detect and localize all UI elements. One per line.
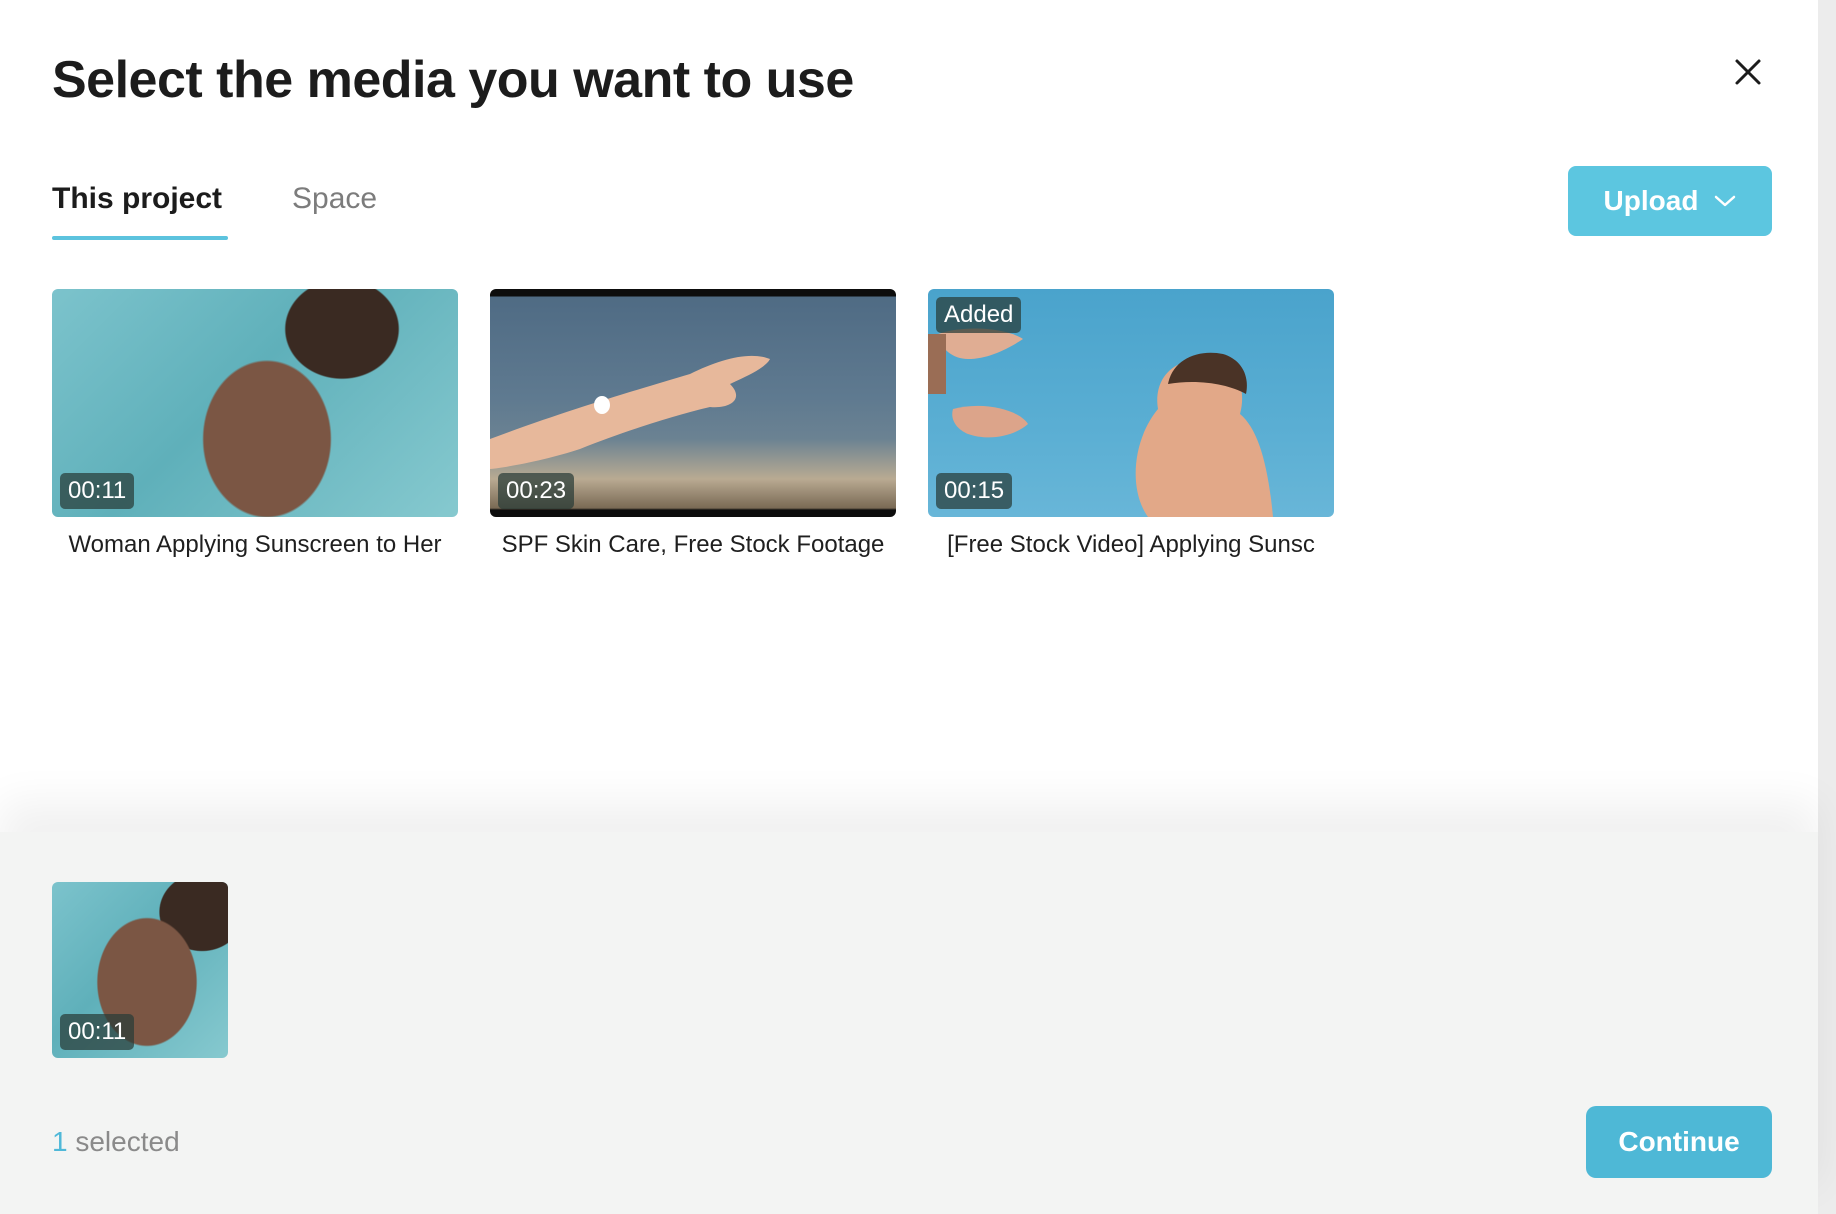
duration-badge: 00:15 [936, 473, 1013, 509]
continue-button[interactable]: Continue [1586, 1106, 1772, 1178]
media-card[interactable]: 00:11 Woman Applying Sunscreen to Her [52, 289, 458, 559]
video-thumbnail[interactable]: 00:23 [490, 289, 896, 517]
dialog-title: Select the media you want to use [52, 51, 854, 109]
active-tab-indicator [52, 236, 228, 240]
tab-space[interactable]: Space [292, 182, 377, 216]
selected-count-number: 1 [52, 1126, 68, 1157]
selected-count: 1 selected [52, 1126, 180, 1158]
video-thumbnail[interactable]: 00:11 [52, 289, 458, 517]
duration-badge: 00:11 [60, 1014, 135, 1050]
close-icon [1735, 59, 1761, 85]
continue-label: Continue [1618, 1126, 1740, 1157]
selected-media-thumbnail[interactable]: 00:11 [52, 882, 228, 1058]
duration-badge: 00:23 [498, 473, 575, 509]
tab-this-project[interactable]: This project [52, 182, 222, 216]
media-card[interactable]: Added 00:15 [Free Stock Video] Applying … [928, 289, 1334, 559]
added-badge: Added [936, 297, 1022, 333]
media-title: SPF Skin Care, Free Stock Footage [501, 531, 885, 558]
duration-badge: 00:11 [60, 473, 135, 509]
close-button[interactable] [1728, 52, 1768, 92]
chevron-down-icon [1715, 195, 1736, 207]
selected-count-label: selected [67, 1126, 180, 1157]
video-thumbnail[interactable]: Added 00:15 [928, 289, 1334, 517]
upload-label: Upload [1603, 185, 1699, 216]
media-card[interactable]: 00:23 SPF Skin Care, Free Stock Footage [490, 289, 896, 559]
upload-button[interactable]: Upload [1568, 166, 1772, 236]
scrollbar[interactable] [1818, 0, 1836, 1214]
media-title: [Free Stock Video] Applying Sunsc [947, 531, 1315, 558]
selection-tray [0, 832, 1818, 1214]
media-title: Woman Applying Sunscreen to Her [68, 531, 442, 558]
